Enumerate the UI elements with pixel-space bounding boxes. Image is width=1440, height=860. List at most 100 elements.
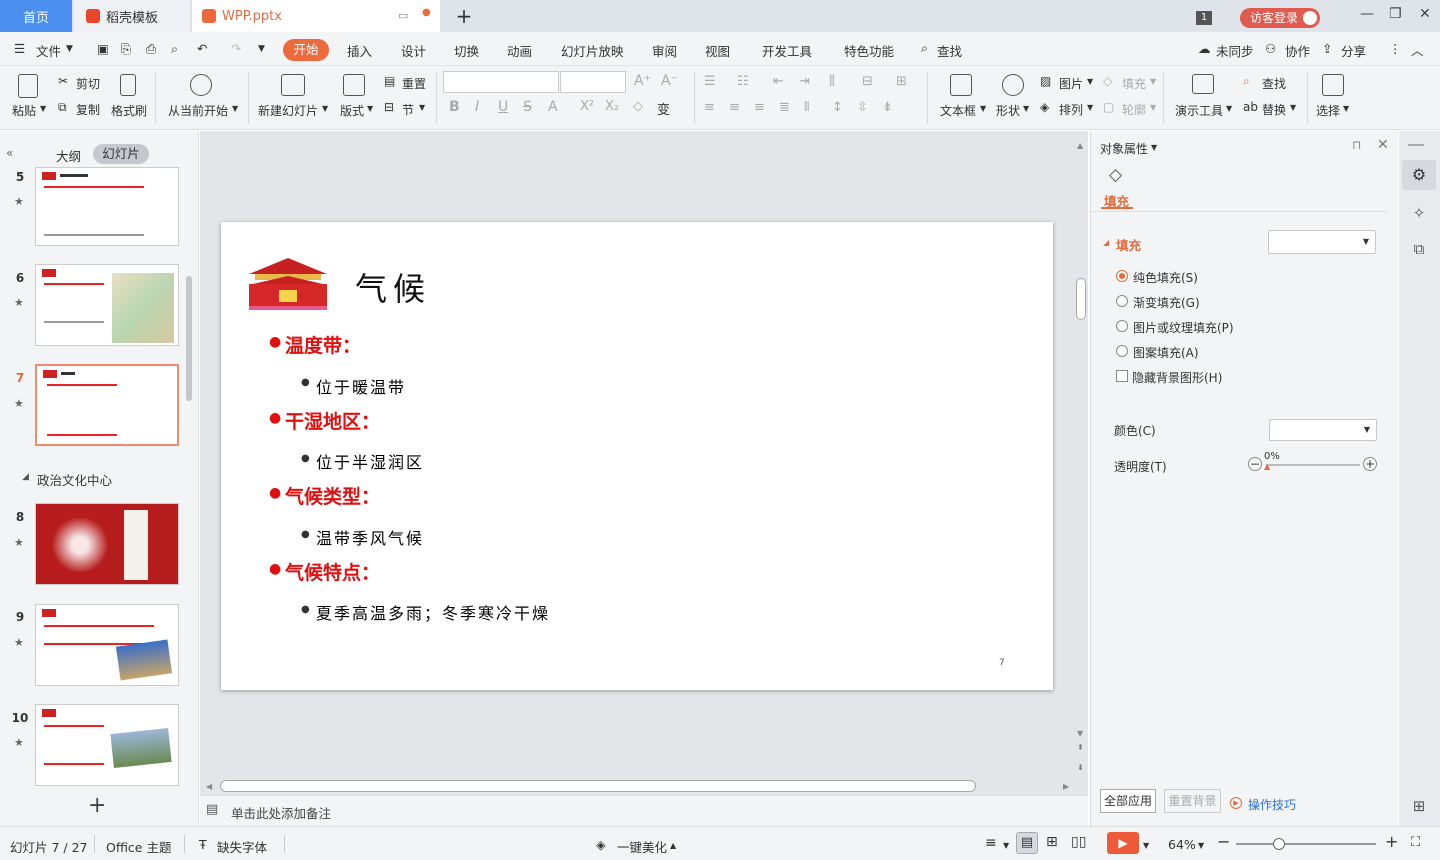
radio-gradient-fill[interactable] [1116, 295, 1128, 307]
layout-button[interactable]: 版式 [340, 102, 364, 119]
font-size-select[interactable] [560, 71, 626, 93]
zoom-slider-track[interactable] [1236, 843, 1376, 845]
paste-button[interactable]: 粘贴 [12, 102, 36, 119]
save-icon[interactable]: ▣ [97, 41, 109, 56]
scroll-up-icon[interactable]: ▲ [1077, 141, 1083, 150]
textbox-button[interactable]: 文本框 [940, 102, 976, 119]
increase-indent-icon[interactable]: ⇥ [799, 74, 810, 89]
play-dropdown-icon[interactable]: ▼ [1143, 841, 1149, 850]
menu-insert[interactable]: 插入 [347, 41, 372, 60]
numbered-list-icon[interactable]: ☷ [737, 74, 749, 89]
slide-title[interactable]: 气候 [355, 264, 431, 310]
outline-tab[interactable]: 大纲 [56, 146, 81, 165]
close-window-button[interactable]: ✕ [1419, 6, 1431, 22]
solid-fill-label[interactable]: 纯色填充(S) [1133, 269, 1198, 286]
cut-button[interactable]: 剪切 [76, 75, 100, 92]
slide-sorter-icon[interactable]: ⊞ [1046, 834, 1058, 850]
transparency-slider-handle[interactable]: ▲ [1264, 462, 1270, 471]
tab-home[interactable]: 首页 [0, 0, 72, 32]
print-icon[interactable]: ⎙ [146, 41, 156, 57]
subscript-icon[interactable]: X₂ [605, 99, 619, 114]
bold-icon[interactable]: B [449, 99, 460, 115]
bullet-detail-1[interactable]: 位于暖温带 [316, 374, 406, 398]
arrange-dropdown-icon[interactable]: ▼ [1087, 103, 1093, 112]
slides-tab[interactable]: 幻灯片 [93, 144, 149, 164]
workspace-badge[interactable]: 1 [1196, 11, 1212, 25]
scroll-left-icon[interactable]: ◀ [206, 782, 212, 791]
bullet-detail-2[interactable]: 位于半湿润区 [316, 449, 424, 473]
hide-background-checkbox[interactable] [1116, 370, 1128, 382]
transparency-slider-track[interactable] [1266, 464, 1360, 466]
zoom-in-button[interactable]: + [1385, 832, 1398, 851]
radio-pattern-fill[interactable] [1116, 345, 1128, 357]
bullet-heading-1[interactable]: 温度带： [285, 331, 361, 358]
hamburger-icon[interactable]: ☰ [14, 41, 25, 56]
beautify-button[interactable]: 一键美化 [617, 837, 667, 856]
strikethrough-icon[interactable]: S [523, 99, 532, 115]
redo-icon[interactable]: ↷ [231, 41, 241, 56]
close-panel-icon[interactable]: ✕ [1377, 137, 1389, 153]
bullet-list-icon[interactable]: ☰ [704, 74, 716, 89]
bullet-heading-4[interactable]: 气候特点： [285, 558, 380, 585]
align-text-icon[interactable]: ⊞ [896, 74, 907, 89]
menu-special[interactable]: 特色功能 [844, 41, 894, 60]
login-button[interactable]: 访客登录 [1240, 8, 1320, 28]
align-right-icon[interactable]: ≡ [754, 100, 765, 115]
quick-access-more-icon[interactable]: ▼ [258, 44, 265, 54]
radio-picture-fill[interactable] [1116, 320, 1128, 332]
menu-transition[interactable]: 切换 [454, 41, 479, 60]
menu-search[interactable]: 查找 [937, 41, 962, 60]
slide-thumbnail-6[interactable] [35, 264, 179, 346]
find-button[interactable]: 查找 [1262, 75, 1286, 92]
slide-thumbnail-7[interactable] [35, 364, 179, 446]
more-icon[interactable]: ⋮ [1389, 41, 1402, 56]
fill-button[interactable]: 填充 [1122, 75, 1146, 92]
pin-icon[interactable]: ✧ [1402, 198, 1436, 228]
pattern-fill-label[interactable]: 图案填充(A) [1133, 344, 1199, 361]
menu-animation[interactable]: 动画 [507, 41, 532, 60]
scroll-down-icon[interactable]: ▼ [1077, 729, 1083, 738]
underline-icon[interactable]: U [498, 99, 508, 115]
slide-thumbnail-5[interactable] [35, 167, 179, 246]
present-tools-button[interactable]: 演示工具 [1175, 102, 1223, 119]
justify-icon[interactable]: ≣ [779, 100, 790, 115]
menu-review[interactable]: 审阅 [652, 41, 677, 60]
bullet-detail-3[interactable]: 温带季风气候 [316, 525, 424, 549]
zoom-level[interactable]: 64% [1168, 837, 1196, 852]
layout-dropdown-icon[interactable]: ▼ [367, 104, 373, 113]
slide-thumbnail-8[interactable] [35, 503, 179, 585]
format-painter-button[interactable]: 格式刷 [111, 102, 147, 119]
hide-background-label[interactable]: 隐藏背景图形(H) [1132, 369, 1222, 386]
horizontal-scrollbar-thumb[interactable] [220, 780, 976, 792]
bullet-heading-2[interactable]: 干湿地区： [285, 407, 380, 434]
notes-bar[interactable]: ▤ 单击此处添加备注 [200, 795, 1088, 826]
thumbnail-scrollbar[interactable] [186, 276, 192, 401]
collab-button[interactable]: 协作 [1285, 41, 1310, 60]
font-grow-icon[interactable]: A⁺ [634, 73, 651, 89]
menu-design[interactable]: 设计 [401, 41, 426, 60]
select-dropdown-icon[interactable]: ▼ [1343, 104, 1349, 113]
font-color-icon[interactable]: A [548, 99, 558, 115]
next-slide-icon[interactable]: ⇟ [1077, 763, 1084, 772]
zoom-slider-handle[interactable] [1273, 838, 1285, 850]
arrange-button[interactable]: 排列 [1059, 101, 1083, 118]
panel-title-dropdown-icon[interactable]: ▼ [1151, 143, 1157, 152]
shape-dropdown-icon[interactable]: ▼ [1023, 104, 1029, 113]
fit-window-icon[interactable]: ⛶ [1411, 835, 1420, 850]
lock-icon[interactable]: ⊓ [1352, 138, 1361, 152]
from-current-button[interactable]: 从当前开始 [168, 102, 228, 119]
reset-background-button[interactable]: 重置背景 [1164, 789, 1221, 813]
preview-icon[interactable]: ⌕ [171, 41, 178, 57]
new-tab-button[interactable]: + [450, 0, 478, 32]
new-slide-button[interactable]: 新建幻灯片 [258, 102, 318, 119]
missing-font-button[interactable]: 缺失字体 [217, 837, 267, 856]
phonetic-icon[interactable]: 变 [657, 99, 670, 118]
transparency-decrease-button[interactable]: − [1248, 457, 1262, 471]
search-icon[interactable]: ⌕ [921, 40, 928, 56]
play-slideshow-button[interactable]: ▶ [1107, 832, 1139, 854]
picture-dropdown-icon[interactable]: ▼ [1087, 77, 1093, 86]
fill-section-title[interactable]: 填充 [1116, 235, 1141, 254]
paragraph-icon[interactable]: ⇟ [882, 100, 893, 115]
operation-tips-link[interactable]: 操作技巧 [1248, 796, 1296, 813]
fill-dropdown-icon[interactable]: ▼ [1150, 77, 1156, 86]
